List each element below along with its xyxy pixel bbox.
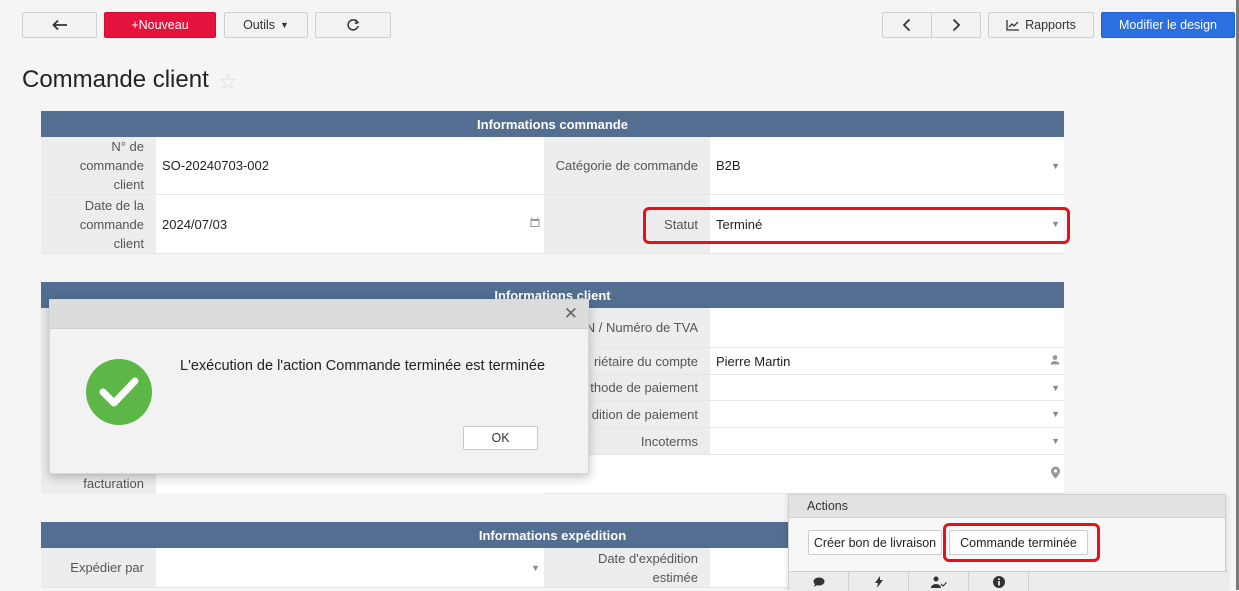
dialog-titlebar: ✕	[50, 300, 588, 329]
order-number-field[interactable]: SO-20240703-002	[156, 137, 544, 195]
dropdown-caret-icon: ▼	[1051, 160, 1060, 171]
reports-button-label: Rapports	[1025, 18, 1076, 32]
billing-address-field[interactable]	[544, 455, 1064, 494]
page-title: Commande client	[22, 66, 209, 93]
create-delivery-note-button[interactable]: Créer bon de livraison	[808, 530, 942, 555]
calendar-icon[interactable]	[530, 217, 540, 231]
actions-panel-title: Actions	[789, 495, 1225, 518]
ok-button-label: OK	[491, 431, 510, 445]
close-icon[interactable]: ✕	[564, 304, 578, 324]
chevron-right-icon	[952, 18, 961, 32]
map-pin-icon[interactable]	[1051, 466, 1060, 482]
order-category-label: Catégorie de commande	[544, 137, 710, 195]
reports-button[interactable]: Rapports	[988, 12, 1094, 38]
new-button[interactable]: +Nouveau	[104, 12, 216, 38]
dropdown-caret-icon: ▼	[531, 562, 540, 573]
lightning-icon[interactable]	[849, 572, 909, 591]
star-icon[interactable]: ☆	[218, 71, 238, 93]
success-check-icon	[86, 359, 152, 425]
prev-record-button[interactable]	[882, 12, 932, 38]
order-date-label: Date de la commande client	[41, 195, 156, 254]
line-chart-icon	[1006, 20, 1020, 31]
success-dialog: ✕ L'exécution de l'action Commande termi…	[49, 299, 589, 474]
dropdown-caret-icon: ▼	[1051, 436, 1060, 446]
order-category-select[interactable]: B2B ▼	[710, 137, 1064, 195]
arrow-left-icon	[51, 19, 67, 31]
user-check-icon[interactable]	[909, 572, 969, 591]
payment-method-select[interactable]: ▼	[710, 375, 1064, 401]
status-highlight	[643, 207, 1070, 244]
section-header-order: Informations commande	[41, 111, 1064, 137]
tools-button[interactable]: Outils ▼	[224, 12, 308, 38]
refresh-icon	[347, 18, 360, 31]
info-icon[interactable]	[969, 572, 1029, 591]
modify-design-label: Modifier le design	[1119, 18, 1217, 32]
modify-design-button[interactable]: Modifier le design	[1101, 12, 1235, 38]
dropdown-caret-icon: ▼	[1051, 409, 1060, 419]
incoterms-select[interactable]: ▼	[710, 428, 1064, 455]
next-record-button[interactable]	[931, 12, 981, 38]
ship-by-label: Expédier par	[41, 548, 156, 588]
tools-button-label: Outils	[243, 18, 276, 32]
caret-down-icon: ▼	[280, 20, 289, 30]
back-button[interactable]	[22, 12, 97, 38]
ein-field[interactable]	[710, 308, 1064, 348]
dialog-message: L'exécution de l'action Commande terminé…	[180, 358, 546, 374]
chevron-left-icon	[902, 18, 911, 32]
ok-button[interactable]: OK	[463, 426, 538, 450]
order-date-field[interactable]: 2024/07/03	[156, 195, 544, 254]
account-owner-field[interactable]: Pierre Martin	[710, 348, 1064, 375]
actions-panel: Actions Créer bon de livraison Commande …	[788, 494, 1227, 591]
dropdown-caret-icon: ▼	[1051, 382, 1060, 393]
billing-label: facturation	[83, 476, 144, 491]
order-complete-highlight	[943, 523, 1100, 562]
payment-term-select[interactable]: ▼	[710, 401, 1064, 428]
est-ship-date-label: Date d'expédition estimée	[544, 548, 710, 588]
refresh-button[interactable]	[315, 12, 391, 38]
ship-by-select[interactable]: ▼	[156, 548, 544, 588]
panel-icon-bar	[789, 571, 1227, 591]
user-icon[interactable]	[1050, 355, 1060, 368]
comment-icon[interactable]	[789, 572, 849, 591]
new-button-label: +Nouveau	[131, 18, 189, 32]
order-number-label: N° de commande client	[41, 137, 156, 195]
